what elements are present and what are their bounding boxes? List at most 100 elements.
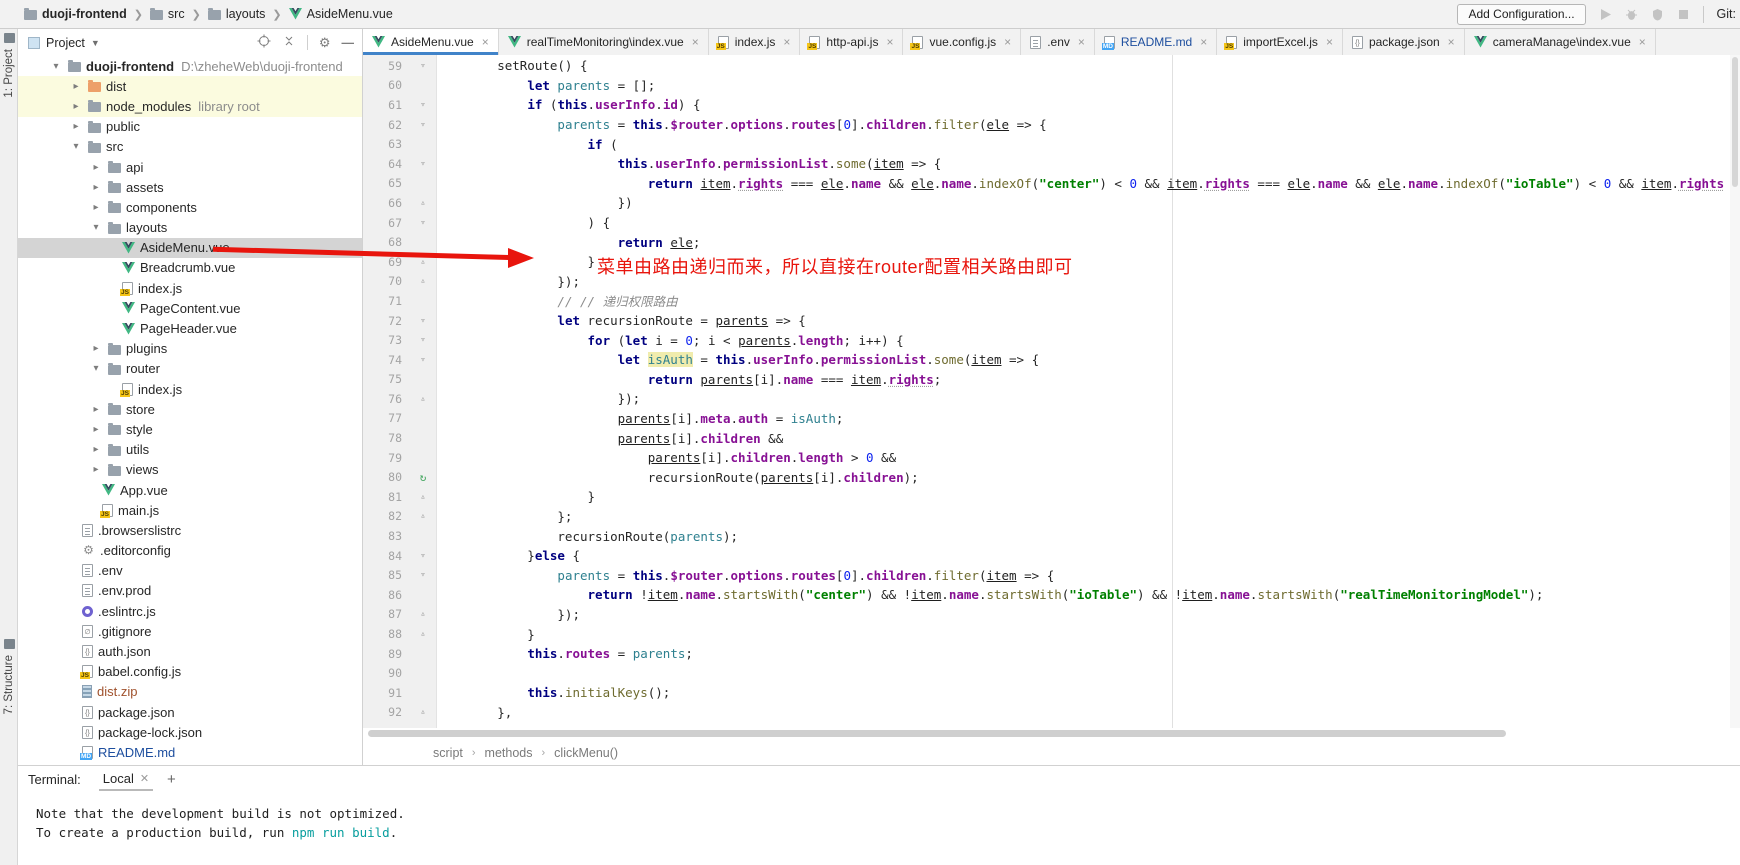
tab-vue.config.js[interactable]: JSvue.config.js× — [903, 29, 1021, 55]
tree-item-App.vue[interactable]: App.vue — [18, 480, 362, 500]
chevron-icon[interactable]: ▸ — [84, 444, 108, 455]
code-line-74[interactable]: 74▿ let isAuth = this.userInfo.permissio… — [363, 350, 1740, 370]
chevron-icon[interactable]: ▾ — [64, 141, 88, 152]
tree-item-.env[interactable]: .env — [18, 561, 362, 581]
chevron-icon[interactable]: ▸ — [64, 121, 88, 132]
add-configuration-button[interactable]: Add Configuration... — [1457, 4, 1585, 25]
fold-marker[interactable]: ▵ — [409, 707, 437, 717]
tab-http-api.js[interactable]: JShttp-api.js× — [800, 29, 903, 55]
code-line-87[interactable]: 87▵ }); — [363, 605, 1740, 625]
code-line-78[interactable]: 78 parents[i].children && — [363, 428, 1740, 448]
fold-marker[interactable]: ▵ — [409, 394, 437, 404]
code-line-63[interactable]: 63 if ( — [363, 134, 1740, 154]
chevron-icon[interactable]: ▸ — [84, 404, 108, 415]
git-label[interactable]: Git: — [1717, 7, 1736, 21]
tab-importExcel.js[interactable]: JSimportExcel.js× — [1217, 29, 1343, 55]
code-line-62[interactable]: 62▿ parents = this.$router.options.route… — [363, 115, 1740, 135]
close-icon[interactable]: × — [1448, 35, 1455, 49]
fold-marker[interactable]: ▿ — [409, 159, 437, 169]
code-line-86[interactable]: 86 return !item.name.startsWith("center"… — [363, 585, 1740, 605]
fold-marker[interactable]: ▿ — [409, 61, 437, 71]
fold-marker[interactable]: ▵ — [409, 629, 437, 639]
chevron-icon[interactable]: ▾ — [44, 61, 68, 72]
code-line-65[interactable]: 65 return item.rights === ele.name && el… — [363, 174, 1740, 194]
code-line-82[interactable]: 82▵ }; — [363, 507, 1740, 527]
tab-index.js[interactable]: JSindex.js× — [709, 29, 801, 55]
fold-marker[interactable]: ▵ — [409, 198, 437, 208]
tree-item-package.json[interactable]: {}package.json — [18, 702, 362, 722]
code-line-91[interactable]: 91 this.initialKeys(); — [363, 683, 1740, 703]
collapse-all-icon[interactable] — [282, 34, 296, 51]
tree-item-views[interactable]: ▸views — [18, 460, 362, 480]
breadcrumb-item[interactable]: AsideMenu.vue — [289, 7, 393, 21]
tab-realTimeMonitoring\index.vue[interactable]: realTimeMonitoring\index.vue× — [499, 29, 709, 55]
tree-item-api[interactable]: ▸api — [18, 157, 362, 177]
tree-item-public[interactable]: ▸public — [18, 117, 362, 137]
code-line-71[interactable]: 71 // // 递归权限路由 — [363, 291, 1740, 311]
code-line-73[interactable]: 73▿ for (let i = 0; i < parents.length; … — [363, 330, 1740, 350]
tree-item-dist[interactable]: ▸dist — [18, 76, 362, 96]
chevron-icon[interactable]: ▸ — [84, 162, 108, 173]
horizontal-scrollbar[interactable] — [363, 728, 1740, 741]
close-icon[interactable]: × — [886, 35, 893, 49]
stop-icon[interactable] — [1677, 8, 1690, 21]
fold-marker[interactable]: ▿ — [409, 335, 437, 345]
tree-item-Breadcrumb.vue[interactable]: Breadcrumb.vue — [18, 258, 362, 278]
tree-item-.gitignore[interactable]: ∅.gitignore — [18, 621, 362, 641]
breadcrumb-item[interactable]: src — [150, 7, 185, 21]
tree-item-components[interactable]: ▸components — [18, 197, 362, 217]
code-line-90[interactable]: 90 — [363, 663, 1740, 683]
fold-marker[interactable]: ▵ — [409, 276, 437, 286]
tree-item-node_modules[interactable]: ▸node_moduleslibrary root — [18, 96, 362, 116]
tab-package.json[interactable]: {}package.json× — [1343, 29, 1465, 55]
code-line-80[interactable]: 80↻ recursionRoute(parents[i].children); — [363, 467, 1740, 487]
debug-icon[interactable] — [1625, 8, 1638, 21]
code-line-77[interactable]: 77 parents[i].meta.auth = isAuth; — [363, 409, 1740, 429]
tree-item-.env.prod[interactable]: .env.prod — [18, 581, 362, 601]
chevron-icon[interactable]: ▸ — [64, 81, 88, 92]
chevron-icon[interactable]: ▸ — [84, 464, 108, 475]
chevron-icon[interactable]: ▸ — [84, 343, 108, 354]
terminal-output[interactable]: Note that the development build is not o… — [18, 792, 1740, 842]
code-line-76[interactable]: 76▵ }); — [363, 389, 1740, 409]
fold-marker[interactable]: ▿ — [409, 551, 437, 561]
tree-item-auth.json[interactable]: {}auth.json — [18, 641, 362, 661]
editor-breadcrumb-item[interactable]: methods — [485, 746, 533, 760]
tree-item-PageHeader.vue[interactable]: PageHeader.vue — [18, 318, 362, 338]
tree-item-dist.zip[interactable]: dist.zip — [18, 682, 362, 702]
tree-item-babel.config.js[interactable]: JSbabel.config.js — [18, 662, 362, 682]
code-line-79[interactable]: 79 parents[i].children.length > 0 && — [363, 448, 1740, 468]
code-line-60[interactable]: 60 let parents = []; — [363, 76, 1740, 96]
code-line-83[interactable]: 83 recursionRoute(parents); — [363, 526, 1740, 546]
tree-item-README.md[interactable]: MDREADME.md — [18, 742, 362, 762]
tree-item-plugins[interactable]: ▸plugins — [18, 339, 362, 359]
editor-breadcrumb-item[interactable]: script — [433, 746, 463, 760]
chevron-icon[interactable]: ▸ — [84, 202, 108, 213]
code-line-84[interactable]: 84▿ }else { — [363, 546, 1740, 566]
hide-panel-icon[interactable]: — — [342, 36, 355, 50]
tree-item-index.js[interactable]: JSindex.js — [18, 278, 362, 298]
code-line-75[interactable]: 75 return parents[i].name === item.right… — [363, 370, 1740, 390]
code-line-88[interactable]: 88▵ } — [363, 624, 1740, 644]
tree-item-main.js[interactable]: JSmain.js — [18, 500, 362, 520]
close-icon[interactable]: × — [783, 35, 790, 49]
chevron-icon[interactable]: ▸ — [84, 182, 108, 193]
vertical-scrollbar[interactable] — [1730, 55, 1740, 728]
code-line-92[interactable]: 92▵ }, — [363, 703, 1740, 723]
code-line-72[interactable]: 72▿ let recursionRoute = parents => { — [363, 311, 1740, 331]
code-line-68[interactable]: 68 return ele; — [363, 232, 1740, 252]
code-line-81[interactable]: 81▵ } — [363, 487, 1740, 507]
tree-item-utils[interactable]: ▸utils — [18, 440, 362, 460]
tool-button-structure[interactable]: 7: Structure — [0, 639, 18, 714]
chevron-icon[interactable]: ▸ — [84, 424, 108, 435]
chevron-down-icon[interactable]: ▼ — [91, 38, 100, 48]
breadcrumb-item[interactable]: duoji-frontend — [24, 7, 127, 21]
tree-item-assets[interactable]: ▸assets — [18, 177, 362, 197]
code-line-64[interactable]: 64▿ this.userInfo.permissionList.some(it… — [363, 154, 1740, 174]
close-icon[interactable]: × — [1200, 35, 1207, 49]
fold-marker[interactable]: ▿ — [409, 218, 437, 228]
tree-item-layouts[interactable]: ▾layouts — [18, 218, 362, 238]
close-icon[interactable]: × — [1078, 35, 1085, 49]
code-line-67[interactable]: 67▿ ) { — [363, 213, 1740, 233]
close-icon[interactable]: × — [1326, 35, 1333, 49]
